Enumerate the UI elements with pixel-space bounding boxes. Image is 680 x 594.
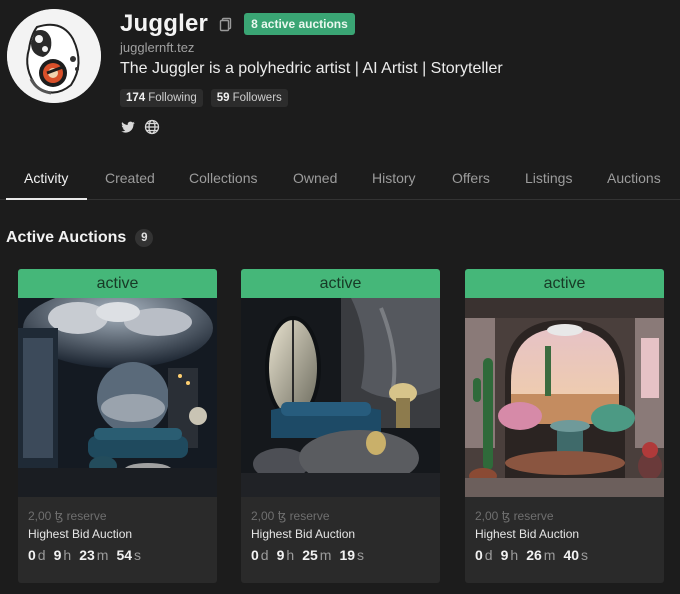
avatar-image xyxy=(7,9,101,103)
follow-stats: 174 Following 59 Followers xyxy=(120,89,288,107)
reserve-price: 2,00 ꜩ reserve xyxy=(251,509,430,523)
tab-listings[interactable]: Listings xyxy=(525,158,572,198)
timer-minutes: 26 xyxy=(526,547,542,563)
unit-seconds: s xyxy=(134,547,142,563)
reserve-label: reserve xyxy=(289,509,330,523)
followers-label: Followers xyxy=(232,92,282,104)
card-info: 2,00 ꜩ reserve Highest Bid Auction 0d 9h… xyxy=(465,497,664,563)
following-button[interactable]: 174 Following xyxy=(120,89,203,107)
auction-count-badge: 9 xyxy=(135,229,154,247)
followers-button[interactable]: 59 Followers xyxy=(210,89,288,107)
auction-type: Highest Bid Auction xyxy=(28,527,133,541)
tez-icon: ꜩ xyxy=(501,509,511,523)
timer-seconds: 54 xyxy=(116,547,133,563)
unit-minutes: m xyxy=(319,547,332,563)
unit-hours: h xyxy=(63,547,72,563)
following-label: Following xyxy=(148,92,197,104)
reserve-price: 2,00 ꜩ reserve xyxy=(475,509,654,523)
profile-name: Juggler xyxy=(120,10,209,37)
timer-days: 0 xyxy=(28,547,36,563)
status-badge: active xyxy=(241,269,440,298)
unit-hours: h xyxy=(286,547,295,563)
unit-days: d xyxy=(37,547,46,563)
copy-icon[interactable] xyxy=(218,16,234,32)
auction-card[interactable]: active 2,00 ꜩ reserve Highest Bid Auctio… xyxy=(241,269,440,583)
timer-minutes: 25 xyxy=(302,547,318,563)
artwork-image[interactable] xyxy=(18,298,217,497)
tab-created[interactable]: Created xyxy=(105,158,155,198)
tab-owned[interactable]: Owned xyxy=(293,158,337,198)
reserve-label: reserve xyxy=(513,509,554,523)
auction-card[interactable]: active 2,00 ꜩ reserve Highest Bid Auctio… xyxy=(465,269,664,583)
twitter-icon[interactable] xyxy=(120,119,136,135)
timer-seconds: 19 xyxy=(339,547,356,563)
reserve-label: reserve xyxy=(66,509,107,523)
profile-tabs: Activity Created Collections Owned Histo… xyxy=(0,158,680,200)
timer-hours: 9 xyxy=(53,547,62,563)
status-badge: active xyxy=(465,269,664,298)
timer-seconds: 40 xyxy=(563,547,580,563)
globe-icon[interactable] xyxy=(144,119,160,135)
tab-activity[interactable]: Activity xyxy=(24,158,68,198)
tez-icon: ꜩ xyxy=(54,509,64,523)
reserve-amount: 2,00 xyxy=(251,509,275,523)
unit-hours: h xyxy=(510,547,519,563)
unit-days: d xyxy=(260,547,269,563)
tez-icon: ꜩ xyxy=(277,509,287,523)
auction-type: Highest Bid Auction xyxy=(251,527,356,541)
avatar[interactable] xyxy=(7,9,101,103)
followers-count: 59 xyxy=(216,92,230,104)
unit-minutes: m xyxy=(543,547,556,563)
countdown-timer: 0d 9h 23 m 54 s xyxy=(28,547,207,563)
timer-hours: 9 xyxy=(500,547,509,563)
tab-offers[interactable]: Offers xyxy=(452,158,490,198)
timer-days: 0 xyxy=(251,547,259,563)
auction-type: Highest Bid Auction xyxy=(475,527,580,541)
section-title: Active Auctions xyxy=(6,229,127,246)
status-badge: active xyxy=(18,269,217,298)
reserve-amount: 2,00 xyxy=(28,509,52,523)
card-info: 2,00 ꜩ reserve Highest Bid Auction 0d 9h… xyxy=(18,497,217,563)
unit-minutes: m xyxy=(96,547,109,563)
countdown-timer: 0d 9h 25 m 19 s xyxy=(251,547,430,563)
timer-days: 0 xyxy=(475,547,483,563)
timer-minutes: 23 xyxy=(79,547,95,563)
reserve-amount: 2,00 xyxy=(475,509,499,523)
timer-hours: 9 xyxy=(276,547,285,563)
artwork-image[interactable] xyxy=(465,298,664,497)
unit-seconds: s xyxy=(581,547,589,563)
artwork-image[interactable] xyxy=(241,298,440,497)
reserve-price: 2,00 ꜩ reserve xyxy=(28,509,207,523)
profile-bio: The Juggler is a polyhedric artist | AI … xyxy=(120,60,503,77)
name-row: Juggler 8 active auctions xyxy=(120,10,355,38)
tab-auctions[interactable]: Auctions xyxy=(607,158,661,198)
card-info: 2,00 ꜩ reserve Highest Bid Auction 0d 9h… xyxy=(241,497,440,563)
section-header: Active Auctions 9 xyxy=(6,229,154,247)
following-count: 174 xyxy=(126,92,146,104)
countdown-timer: 0d 9h 26 m 40 s xyxy=(475,547,654,563)
unit-seconds: s xyxy=(357,547,365,563)
social-links xyxy=(120,119,160,135)
tab-collections[interactable]: Collections xyxy=(189,158,257,198)
unit-days: d xyxy=(484,547,493,563)
profile-header: Juggler 8 active auctions jugglernft.tez… xyxy=(0,0,680,150)
auction-card[interactable]: active 2,00 ꜩ reserve Highest Bid Auctio… xyxy=(18,269,217,583)
active-auctions-badge[interactable]: 8 active auctions xyxy=(244,13,355,35)
active-tab-indicator xyxy=(6,198,87,200)
tab-history[interactable]: History xyxy=(372,158,416,198)
profile-handle: jugglernft.tez xyxy=(120,40,195,55)
